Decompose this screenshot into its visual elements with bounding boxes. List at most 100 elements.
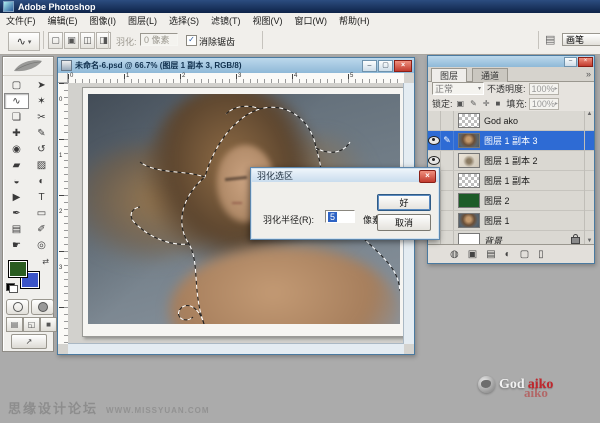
mode-subtract-selection-icon[interactable]: ◫ bbox=[80, 32, 95, 49]
lock-position-icon[interactable]: ✛ bbox=[481, 98, 492, 109]
layer-row-background[interactable]: 背景 bbox=[428, 231, 594, 244]
panel-close-button[interactable]: × bbox=[578, 57, 593, 67]
layer-row-copy3[interactable]: ✎ 图层 1 副本 3 bbox=[428, 131, 594, 151]
tool-brush[interactable]: ✎ bbox=[29, 125, 54, 141]
mode-new-selection-icon[interactable]: ▢ bbox=[48, 32, 63, 49]
radius-input[interactable]: 5 bbox=[325, 210, 355, 223]
menu-layer[interactable]: 图层(L) bbox=[122, 14, 163, 27]
layer-name[interactable]: God ako bbox=[484, 116, 518, 126]
menu-file[interactable]: 文件(F) bbox=[0, 14, 42, 27]
ok-button[interactable]: 好 bbox=[377, 194, 431, 211]
layer-name[interactable]: 图层 1 副本 3 bbox=[484, 134, 538, 147]
visibility-cell[interactable] bbox=[428, 111, 441, 130]
menu-view[interactable]: 视图(V) bbox=[247, 14, 289, 27]
tool-magic-wand[interactable]: ✶ bbox=[29, 93, 54, 109]
swap-colors-icon[interactable]: ⇄ bbox=[42, 257, 49, 266]
tool-pen[interactable]: ✒ bbox=[4, 205, 29, 221]
fullscreen-button[interactable]: ■ bbox=[40, 317, 57, 332]
layer-row-copy1[interactable]: 图层 1 副本 bbox=[428, 171, 594, 191]
tool-lasso[interactable]: ∿ bbox=[4, 93, 29, 109]
tab-channels[interactable]: 通道 bbox=[472, 68, 508, 82]
mode-add-selection-icon[interactable]: ▣ bbox=[64, 32, 79, 49]
link-cell[interactable] bbox=[441, 151, 454, 170]
link-cell[interactable] bbox=[441, 171, 454, 190]
quick-mask-mode-button[interactable] bbox=[31, 299, 54, 315]
menu-select[interactable]: 选择(S) bbox=[163, 14, 205, 27]
brushes-palette-button[interactable]: 画笔 bbox=[562, 33, 600, 46]
tool-notes[interactable]: ▤ bbox=[4, 221, 29, 237]
tool-eyedropper[interactable]: ✐ bbox=[29, 221, 54, 237]
new-layer-icon[interactable]: ▢ bbox=[520, 249, 529, 260]
layer-name[interactable]: 图层 1 副本 bbox=[484, 174, 530, 187]
standard-screen-button[interactable]: ▤ bbox=[6, 317, 23, 332]
tool-gradient[interactable]: ▨ bbox=[29, 157, 54, 173]
add-mask-icon[interactable]: ▣ bbox=[468, 249, 477, 260]
layer-name[interactable]: 图层 1 bbox=[484, 214, 510, 227]
tool-path-selection[interactable]: ▶ bbox=[4, 189, 29, 205]
dialog-titlebar[interactable]: 羽化选区 bbox=[252, 169, 438, 182]
tool-type[interactable]: T bbox=[29, 189, 54, 205]
layer-row-layer1[interactable]: 图层 1 bbox=[428, 211, 594, 231]
cancel-button[interactable]: 取消 bbox=[377, 214, 431, 231]
panel-minimize-button[interactable]: – bbox=[564, 57, 577, 67]
layer-list-scrollbar[interactable]: ▲ ▼ bbox=[584, 111, 594, 244]
lock-all-icon[interactable]: ■ bbox=[493, 98, 502, 109]
adjustment-layer-icon[interactable]: ◐ bbox=[505, 249, 511, 260]
new-set-icon[interactable]: ▤ bbox=[486, 249, 495, 260]
fill-input[interactable]: 100% ▸ bbox=[529, 98, 559, 110]
tool-eraser[interactable]: ▰ bbox=[4, 157, 29, 173]
layer-row-layer2[interactable]: 图层 2 bbox=[428, 191, 594, 211]
jump-to-imageready-button[interactable]: ↗ bbox=[11, 334, 47, 349]
tool-zoom[interactable]: ◎ bbox=[29, 237, 54, 253]
blend-mode-dropdown[interactable]: 正常 ▾ bbox=[432, 82, 484, 95]
feather-input[interactable]: 0 像素 bbox=[140, 33, 178, 46]
layer-name[interactable]: 背景 bbox=[484, 234, 502, 244]
scroll-up-icon[interactable]: ▲ bbox=[587, 111, 593, 117]
palette-well-icon[interactable]: ▤ bbox=[545, 33, 555, 46]
tool-slice[interactable]: ✂ bbox=[29, 109, 54, 125]
lock-transparency-icon[interactable]: ▣ bbox=[455, 98, 467, 109]
tool-history-brush[interactable]: ↺ bbox=[29, 141, 54, 157]
layer-style-icon[interactable]: ◍ bbox=[450, 249, 459, 260]
panel-menu-icon[interactable]: » bbox=[586, 69, 591, 79]
menu-filter[interactable]: 滤镜(T) bbox=[205, 14, 247, 27]
link-cell[interactable] bbox=[441, 211, 454, 230]
link-cell[interactable] bbox=[441, 111, 454, 130]
eye-icon[interactable] bbox=[428, 156, 440, 165]
fullscreen-menubar-button[interactable]: ◱ bbox=[23, 317, 40, 332]
layer-name[interactable]: 图层 1 副本 2 bbox=[484, 154, 538, 167]
tool-move[interactable]: ➤ bbox=[29, 77, 54, 93]
eye-icon[interactable] bbox=[428, 136, 440, 145]
document-titlebar[interactable]: 未命名-6.psd @ 66.7% (图层 1 副本 3, RGB/8) bbox=[58, 58, 414, 73]
tool-rect-marquee[interactable]: ▢ bbox=[4, 77, 29, 93]
layer-row-copy2[interactable]: 图层 1 副本 2 bbox=[428, 151, 594, 171]
minimize-button[interactable]: – bbox=[362, 60, 377, 72]
menu-image[interactable]: 图像(I) bbox=[84, 14, 123, 27]
tool-shape[interactable]: ▭ bbox=[29, 205, 54, 221]
opacity-input[interactable]: 100% ▸ bbox=[529, 83, 559, 95]
link-cell[interactable] bbox=[441, 191, 454, 210]
menu-edit[interactable]: 编辑(E) bbox=[42, 14, 84, 27]
tool-crop[interactable]: ❏ bbox=[4, 109, 29, 125]
tool-healing-brush[interactable]: ✚ bbox=[4, 125, 29, 141]
tool-dodge[interactable]: ◐ bbox=[29, 173, 54, 189]
tool-blur[interactable]: ◒ bbox=[4, 173, 29, 189]
link-cell[interactable]: ✎ bbox=[441, 131, 454, 150]
layer-name[interactable]: 图层 2 bbox=[484, 194, 510, 207]
active-tool-button[interactable]: ∿ ▾ bbox=[8, 32, 40, 51]
horizontal-scrollbar[interactable] bbox=[68, 343, 404, 354]
menu-help[interactable]: 帮助(H) bbox=[333, 14, 376, 27]
tool-hand[interactable]: ☛ bbox=[4, 237, 29, 253]
tool-clone-stamp[interactable]: ◉ bbox=[4, 141, 29, 157]
antialias-checkbox[interactable]: ✓ bbox=[186, 35, 197, 46]
close-button[interactable]: × bbox=[394, 60, 412, 72]
menu-window[interactable]: 窗口(W) bbox=[289, 14, 334, 27]
visibility-cell[interactable] bbox=[428, 131, 441, 150]
default-colors-icon[interactable] bbox=[6, 283, 15, 291]
foreground-color-swatch[interactable] bbox=[8, 260, 28, 278]
lock-image-icon[interactable]: ✎ bbox=[468, 98, 479, 109]
delete-layer-icon[interactable]: ▯ bbox=[538, 249, 544, 260]
layer-row-god-ako[interactable]: God ako bbox=[428, 111, 594, 131]
tab-layers[interactable]: 图层 bbox=[431, 68, 467, 82]
link-cell[interactable] bbox=[441, 231, 454, 244]
